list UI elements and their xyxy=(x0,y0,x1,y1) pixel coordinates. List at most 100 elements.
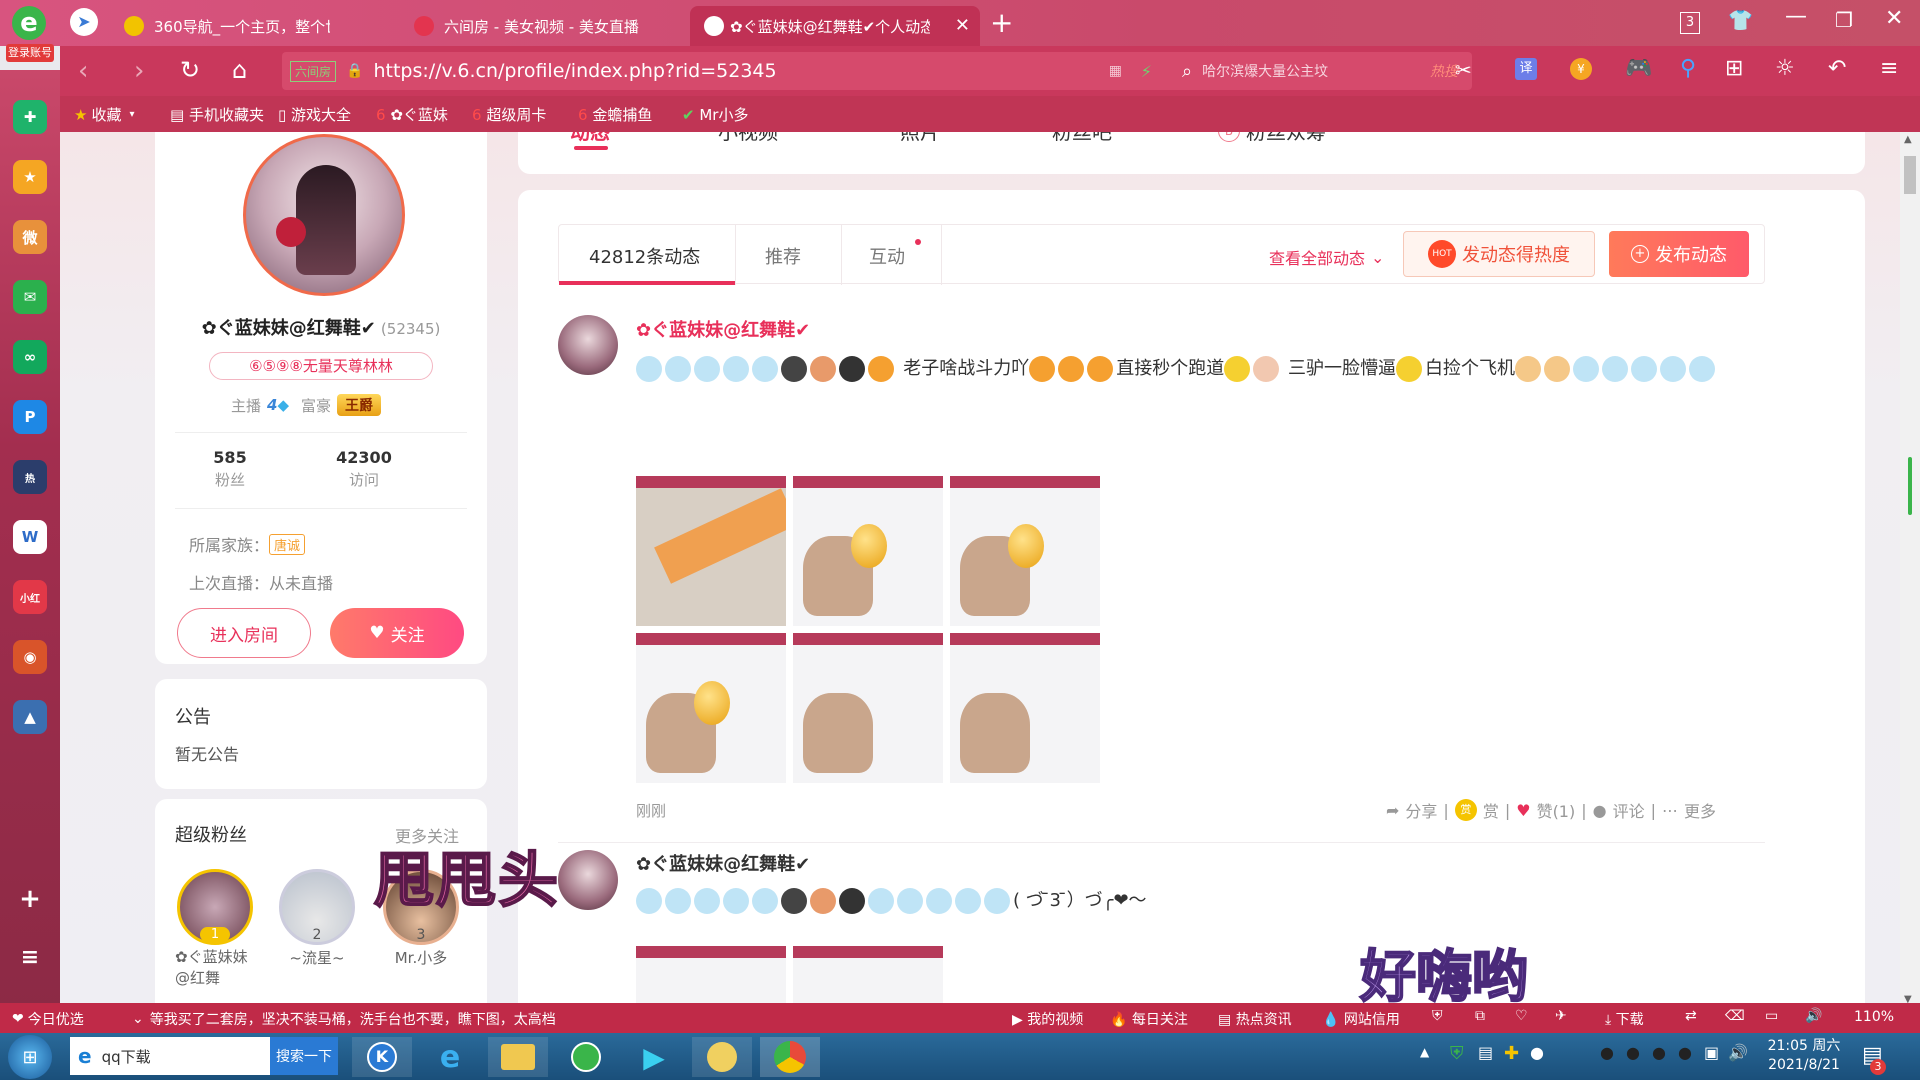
superfan-1[interactable]: 1 ✿ぐ蓝妹妹@红舞 xyxy=(175,869,255,988)
tab-moments[interactable]: 动态 xyxy=(570,132,610,145)
scrollbar[interactable]: ▲ ▼ xyxy=(1900,132,1920,1013)
daily-follow[interactable]: 🔥 每日关注 xyxy=(1110,1009,1188,1029)
avatar[interactable] xyxy=(243,134,405,296)
tab-6cn[interactable]: 六间房 - 美女视频 - 美女直播 xyxy=(400,6,650,46)
tray-plus-icon[interactable]: ✚ xyxy=(1504,1043,1519,1064)
castle-game-icon[interactable]: ▲ xyxy=(13,700,47,734)
bookmark-games[interactable]: ▯ 游戏大全 xyxy=(278,104,351,125)
post-avatar[interactable] xyxy=(558,315,618,375)
post-image[interactable] xyxy=(636,633,786,783)
rocket-icon[interactable]: ✈ xyxy=(1555,1008,1567,1024)
game-char-icon[interactable]: ◉ xyxy=(13,640,47,674)
xiaohongshu-icon[interactable]: 小红 xyxy=(13,580,47,614)
new-tab-button[interactable]: + xyxy=(990,6,1013,39)
post-image[interactable] xyxy=(793,633,943,783)
hot-search-label[interactable]: 热搜 xyxy=(1430,61,1458,81)
nav-compass-icon[interactable]: ➤ xyxy=(70,8,98,36)
skin-icon[interactable]: 👕 xyxy=(1728,8,1753,32)
qr-icon[interactable]: ▦ xyxy=(1109,63,1122,79)
ie-taskbar-icon[interactable]: e xyxy=(420,1037,480,1077)
refresh-icon[interactable]: ↻ xyxy=(180,56,200,84)
weibo-icon[interactable]: 微 xyxy=(13,220,47,254)
hamburger-icon[interactable]: ≡ xyxy=(1880,56,1898,81)
bookmark-mrxiaoduo[interactable]: ✔ Mr小多 xyxy=(682,104,748,125)
zoom-level[interactable]: 110% xyxy=(1854,1009,1894,1025)
tray-penguin-icon[interactable]: ● xyxy=(1530,1043,1544,1062)
view-all-dropdown[interactable]: 查看全部动态 ⌄ xyxy=(1269,245,1384,269)
post-author[interactable]: ✿ぐ蓝妹妹@红舞鞋✔ xyxy=(636,316,810,342)
tray-network-icon[interactable]: ▣ xyxy=(1704,1043,1719,1062)
plus-circle-icon[interactable]: ✚ xyxy=(13,100,47,134)
scroll-thumb[interactable] xyxy=(1904,156,1916,194)
p-app-icon[interactable]: P xyxy=(13,400,47,434)
my-videos[interactable]: ▶ 我的视频 xyxy=(1012,1009,1083,1029)
family-badge[interactable]: 唐诚 xyxy=(269,533,306,555)
magnify-icon[interactable]: ⚲ xyxy=(1680,56,1696,81)
login-badge[interactable]: 登录账号 xyxy=(6,44,54,62)
minimize-icon[interactable]: — xyxy=(1785,4,1807,29)
post-image[interactable] xyxy=(636,476,786,626)
search-box[interactable]: ⌕ 哈尔滨爆大量公主坟 热搜 xyxy=(1172,52,1472,90)
reward-button[interactable]: 赏 xyxy=(1483,798,1499,822)
coin-icon[interactable]: ¥ xyxy=(1570,58,1592,80)
chrome-taskbar-icon[interactable] xyxy=(760,1037,820,1077)
tray-volume-icon[interactable]: 🔊 xyxy=(1728,1043,1748,1062)
hot-news[interactable]: ▤ 热点资讯 xyxy=(1218,1009,1292,1029)
doc-icon[interactable]: W xyxy=(13,520,47,554)
clock[interactable]: 21:05 周六 2021/8/21 xyxy=(1754,1037,1854,1075)
forward-icon[interactable]: › xyxy=(134,56,144,86)
loop-icon[interactable]: ∞ xyxy=(13,340,47,374)
heartbeat-icon[interactable]: ♡ xyxy=(1515,1008,1528,1024)
fans-stat[interactable]: 585 粉丝 xyxy=(185,448,275,490)
comment-button[interactable]: 评论 xyxy=(1613,798,1645,822)
search-input[interactable]: 哈尔滨爆大量公主坟 xyxy=(1202,61,1328,81)
news-ticker[interactable]: ⌄ 等我买了二套房，坚决不装马桶，洗手台也不要，瞧下图，太高档 xyxy=(132,1009,556,1029)
add-app-icon[interactable]: + xyxy=(13,882,47,916)
tray-chevron-icon[interactable]: ▲ xyxy=(1420,1045,1429,1059)
tray-penguin-4-icon[interactable]: ● xyxy=(1652,1043,1666,1062)
game-app-icon[interactable]: 热 xyxy=(13,460,47,494)
bookmark-mobile[interactable]: ▤ 手机收藏夹 xyxy=(170,104,264,125)
start-button[interactable]: ⊞ xyxy=(8,1035,52,1079)
tray-penguin-3-icon[interactable]: ● xyxy=(1626,1043,1640,1062)
back-icon[interactable]: ‹ xyxy=(78,56,88,86)
tray-shield-icon[interactable]: ⛨ xyxy=(1450,1043,1464,1064)
360-taskbar-icon[interactable] xyxy=(556,1037,616,1077)
search-value[interactable]: qq下载 xyxy=(102,1046,151,1067)
download-item[interactable]: ⤓ 下载 xyxy=(1605,1009,1644,1029)
shield-icon[interactable]: ⛨ xyxy=(1432,1008,1443,1024)
player-taskbar-icon[interactable]: ▶ xyxy=(624,1037,684,1077)
undo-icon[interactable]: ↶ xyxy=(1828,56,1846,81)
more-button[interactable]: 更多 xyxy=(1684,798,1716,822)
taskbar-search[interactable]: e qq下载 搜索一下 xyxy=(70,1037,338,1075)
follow-button[interactable]: ♥ 关注 xyxy=(330,608,464,658)
tab-profile[interactable]: ✿ぐ蓝妹妹@红舞鞋✔个人动态 ✕ xyxy=(690,6,980,46)
enter-room-button[interactable]: 进入房间 xyxy=(177,608,311,658)
character-taskbar-icon[interactable] xyxy=(692,1037,752,1077)
scissors-icon[interactable]: ✂ xyxy=(1455,58,1472,82)
tab-photos[interactable]: 照片 xyxy=(900,132,940,145)
tray-doc-icon[interactable]: ▤ xyxy=(1478,1043,1493,1062)
k-app-icon[interactable]: K xyxy=(352,1037,412,1077)
star-icon[interactable]: ★ xyxy=(13,160,47,194)
visits-stat[interactable]: 42300 访问 xyxy=(309,448,419,490)
url-field[interactable]: 六间房 🔒 https://v.6.cn/profile/index.php?r… xyxy=(282,52,1202,90)
mail-icon[interactable]: ✉ xyxy=(13,280,47,314)
today-picks[interactable]: ❤ 今日优选 xyxy=(12,1009,84,1029)
post-image[interactable] xyxy=(793,476,943,626)
window-icon[interactable]: ▭ xyxy=(1765,1008,1778,1024)
chart-icon[interactable]: ⧉ xyxy=(1475,1008,1485,1024)
bookmark-weekly[interactable]: 6 超级周卡 xyxy=(472,104,546,125)
tab-all-moments[interactable]: 42812条动态 xyxy=(589,243,700,269)
tab-short-videos[interactable]: 小视频 xyxy=(718,132,778,145)
boost-button[interactable]: HOT 发动态得热度 xyxy=(1403,231,1595,277)
volume-icon[interactable]: 🔊 xyxy=(1805,1008,1822,1024)
sync-icon[interactable]: ⇄ xyxy=(1685,1008,1697,1024)
grid-icon[interactable]: ⊞ xyxy=(1725,56,1743,81)
tray-penguin-2-icon[interactable]: ● xyxy=(1600,1043,1614,1062)
close-tab-icon[interactable]: ✕ xyxy=(955,15,970,36)
share-button[interactable]: 分享 xyxy=(1405,798,1437,822)
tab-crowdfund[interactable]: B 粉丝众筹 xyxy=(1218,132,1326,145)
post-image[interactable] xyxy=(950,633,1100,783)
folder-taskbar-icon[interactable] xyxy=(488,1037,548,1077)
